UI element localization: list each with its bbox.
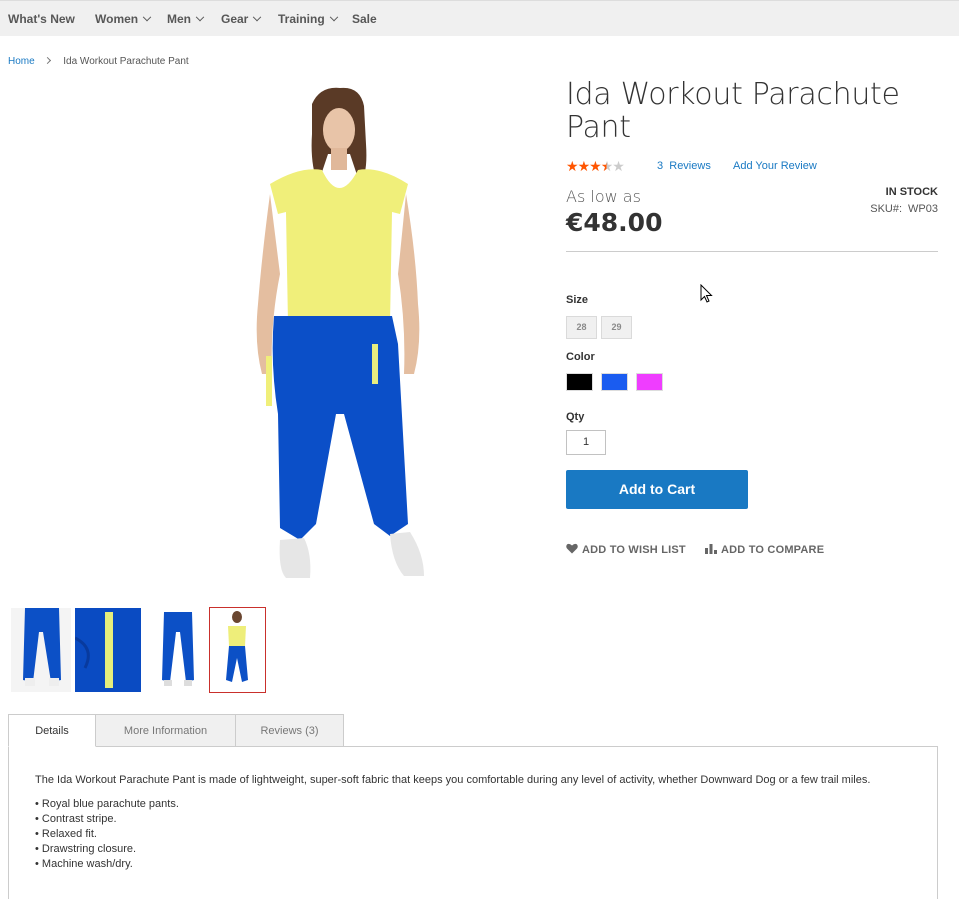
nav-item-label: Gear	[221, 12, 249, 26]
star-full-icon: ★	[566, 158, 579, 174]
divider	[566, 251, 938, 252]
nav-item-whats-new[interactable]: What's New	[8, 12, 75, 26]
thumbnail-photo	[11, 608, 71, 692]
reviews-link[interactable]: 3 Reviews	[657, 160, 711, 172]
nav-item-training[interactable]: Training	[278, 12, 338, 26]
add-to-wishlist-link[interactable]: ADD TO WISH LIST	[566, 543, 686, 556]
size-label: Size	[566, 294, 589, 306]
thumbnail-4[interactable]	[209, 607, 266, 693]
chevron-down-icon	[253, 12, 262, 22]
qty-input[interactable]: 1	[566, 430, 606, 455]
feature-item: Contrast stripe.	[35, 812, 179, 827]
chevron-down-icon	[142, 12, 152, 22]
stock-status: IN STOCK	[885, 186, 938, 198]
product-sku: SKU#: WP03	[870, 203, 938, 215]
nav-item-men[interactable]: Men	[167, 12, 205, 26]
product-description: The Ida Workout Parachute Pant is made o…	[35, 774, 871, 786]
sku-label: SKU#:	[870, 203, 903, 215]
feature-item: Royal blue parachute pants.	[35, 797, 179, 812]
nav-item-label: Men	[167, 12, 191, 26]
mouse-cursor-icon	[700, 284, 713, 303]
add-review-link[interactable]: Add Your Review	[733, 160, 817, 172]
tab-details[interactable]: Details	[8, 714, 96, 747]
nav-item-women[interactable]: Women	[95, 12, 152, 26]
star-full-icon: ★	[577, 158, 591, 174]
color-label: Color	[566, 351, 595, 363]
product-price: €48.00	[566, 208, 663, 237]
add-to-compare-link[interactable]: ADD TO COMPARE	[705, 543, 824, 556]
sku-value: WP03	[908, 203, 938, 215]
thumbnail-photo	[75, 608, 141, 692]
price-as-low-as-label: As low as	[566, 187, 641, 206]
star-full-icon: ★	[589, 158, 602, 174]
wishlist-label: ADD TO WISH LIST	[582, 544, 686, 556]
star-empty-icon: ★	[612, 158, 625, 174]
breadcrumb-current: Ida Workout Parachute Pant	[63, 56, 189, 67]
feature-item: Drawstring closure.	[35, 842, 179, 857]
heart-icon	[566, 543, 578, 554]
nav-item-label: What's New	[8, 12, 75, 26]
star-half-icon: ★	[600, 158, 614, 174]
feature-item: Machine wash/dry.	[35, 857, 179, 872]
product-main-image[interactable]	[240, 84, 440, 584]
add-to-cart-button[interactable]: Add to Cart	[566, 470, 748, 509]
tab-reviews[interactable]: Reviews (3)	[235, 714, 344, 747]
nav-item-gear[interactable]: Gear	[221, 12, 262, 26]
bar-chart-icon	[705, 544, 717, 554]
nav-item-label: Sale	[352, 12, 377, 26]
reviews-label: Reviews	[669, 160, 711, 172]
nav-item-label: Training	[278, 12, 325, 26]
color-swatch-blue[interactable]	[601, 373, 628, 391]
nav-item-label: Women	[95, 12, 139, 26]
thumbnail-photo	[210, 608, 265, 692]
thumbnail-2[interactable]	[75, 608, 141, 692]
compare-label: ADD TO COMPARE	[721, 544, 825, 556]
thumbnail-3[interactable]	[148, 608, 208, 692]
chevron-down-icon	[329, 12, 338, 22]
chevron-down-icon	[195, 12, 205, 22]
nav-item-sale[interactable]: Sale	[352, 12, 377, 26]
details-panel: The Ida Workout Parachute Pant is made o…	[8, 746, 938, 899]
chevron-right-icon	[44, 56, 52, 65]
product-title: Ida Workout Parachute Pant	[566, 77, 900, 145]
thumbnail-1[interactable]	[11, 608, 71, 692]
size-swatch-29[interactable]: 29	[601, 316, 632, 339]
breadcrumb-home-link[interactable]: Home	[8, 56, 35, 67]
thumbnail-photo	[148, 608, 208, 692]
product-photo-model	[256, 87, 424, 578]
reviews-count: 3	[657, 160, 664, 172]
color-swatch-black[interactable]	[566, 373, 593, 391]
color-swatch-purple[interactable]	[636, 373, 663, 391]
breadcrumb: Home Ida Workout Parachute Pant	[8, 56, 189, 67]
feature-list: Royal blue parachute pants. Contrast str…	[35, 797, 179, 872]
top-navigation: What's New Women Men Gear Training Sale	[0, 0, 959, 36]
rating-stars: ★★★★★	[566, 158, 625, 175]
feature-item: Relaxed fit.	[35, 827, 179, 842]
qty-label: Qty	[566, 411, 585, 423]
size-swatch-28[interactable]: 28	[566, 316, 597, 339]
tab-more-information[interactable]: More Information	[95, 714, 236, 747]
